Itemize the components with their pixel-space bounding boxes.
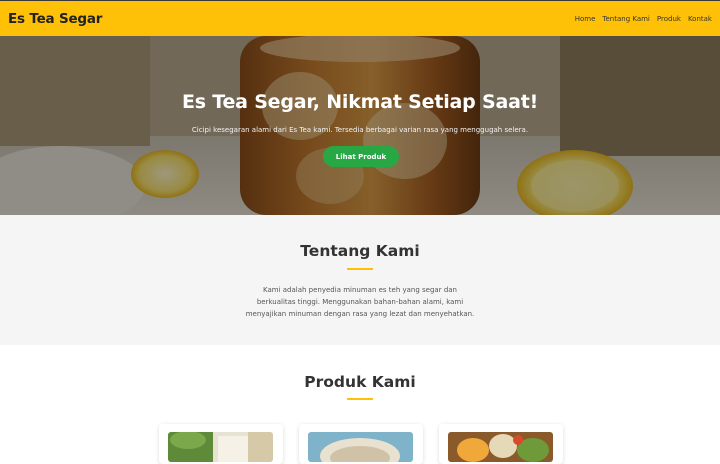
about-line-3: menyajikan minuman dengan rasa yang leza… [245,310,475,318]
hero-title: Es Tea Segar, Nikmat Setiap Saat! [181,91,539,113]
about-line-2: berkualitas tinggi. Menggunakan bahan-ba… [256,298,464,306]
about-line-1: Kami adalah penyedia minuman es teh yang… [263,286,457,294]
product-card[interactable] [439,424,563,464]
product-image [168,432,273,462]
about-heading: Tentang Kami [300,242,420,260]
nav-menu: Home Tentang Kami Produk Kontak [575,15,712,23]
products-heading: Produk Kami [304,373,416,391]
hero-content: Es Tea Segar, Nikmat Setiap Saat! Cicipi… [0,36,720,215]
brand-title[interactable]: Es Tea Segar [8,11,102,27]
nav-link-produk[interactable]: Produk [657,15,681,23]
product-card[interactable] [159,424,283,464]
product-image [448,432,553,462]
nav-link-tentang-kami[interactable]: Tentang Kami [602,15,650,23]
view-products-button[interactable]: Lihat Produk [323,146,399,167]
hero-subtitle: Cicipi kesegaran alami dari Es Tea kami.… [191,126,529,134]
nav-link-home[interactable]: Home [575,15,596,23]
nav-link-kontak[interactable]: Kontak [688,15,712,23]
product-card[interactable] [299,424,423,464]
product-image [308,432,413,462]
about-heading-underline [347,268,373,270]
about-section: Tentang Kami Kami adalah penyedia minuma… [0,215,720,345]
about-description: Kami adalah penyedia minuman es teh yang… [225,284,495,320]
products-section: Produk Kami [0,345,720,464]
products-heading-underline [347,398,373,400]
navbar: Es Tea Segar Home Tentang Kami Produk Ko… [0,0,720,36]
hero-section: Es Tea Segar, Nikmat Setiap Saat! Cicipi… [0,36,720,215]
